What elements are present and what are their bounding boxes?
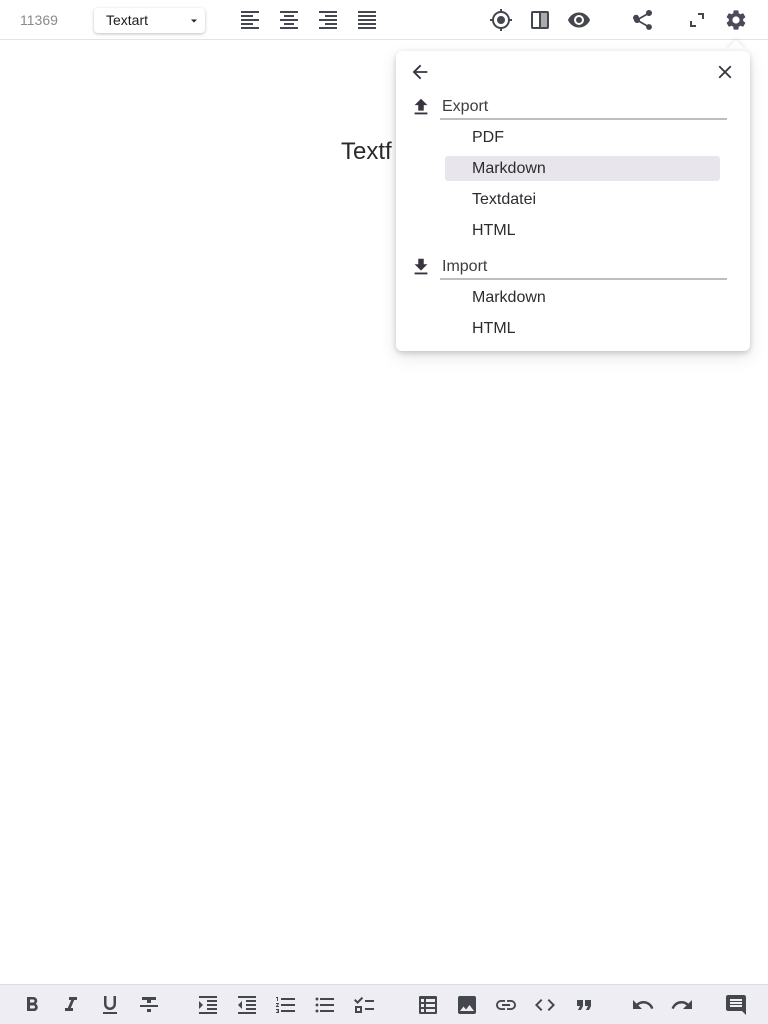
document-text[interactable]: Textf	[341, 138, 392, 166]
export-label: Export	[442, 98, 489, 115]
preview-eye-icon[interactable]	[567, 8, 591, 32]
export-item-markdown[interactable]: Markdown	[445, 156, 720, 181]
link-icon[interactable]	[494, 993, 518, 1017]
strikethrough-icon[interactable]	[137, 993, 161, 1017]
import-label: Import	[442, 258, 488, 275]
export-import-menu: Export PDF Markdown Textdatei HTML Impor…	[396, 51, 750, 351]
comment-icon[interactable]	[724, 993, 748, 1017]
code-icon[interactable]	[533, 993, 557, 1017]
export-item-pdf[interactable]: PDF	[445, 125, 720, 150]
export-section-header: Export	[410, 94, 727, 120]
target-icon[interactable]	[489, 8, 513, 32]
export-item-html[interactable]: HTML	[445, 218, 720, 243]
quote-icon[interactable]	[572, 993, 596, 1017]
share-icon[interactable]	[631, 8, 655, 32]
underline-icon[interactable]	[98, 993, 122, 1017]
align-center-icon[interactable]	[277, 8, 301, 32]
top-toolbar: 11369 Textart	[0, 0, 768, 40]
bottom-formatting-toolbar	[0, 984, 768, 1024]
section-divider	[440, 278, 727, 280]
checklist-icon[interactable]	[352, 993, 376, 1017]
split-view-icon[interactable]	[528, 8, 552, 32]
image-icon[interactable]	[455, 993, 479, 1017]
bulleted-list-icon[interactable]	[313, 993, 337, 1017]
import-item-markdown[interactable]: Markdown	[445, 285, 720, 310]
text-style-select[interactable]: Textart	[94, 8, 205, 33]
close-icon[interactable]	[714, 61, 736, 83]
indent-decrease-icon[interactable]	[235, 993, 259, 1017]
numbered-list-icon[interactable]	[274, 993, 298, 1017]
align-justify-icon[interactable]	[355, 8, 379, 32]
align-right-icon[interactable]	[316, 8, 340, 32]
caret-down-icon	[188, 14, 200, 26]
italic-icon[interactable]	[59, 993, 83, 1017]
undo-icon[interactable]	[631, 993, 655, 1017]
upload-icon	[410, 96, 430, 116]
align-left-icon[interactable]	[238, 8, 262, 32]
import-section-header: Import	[410, 254, 727, 280]
download-icon	[410, 256, 430, 276]
text-style-select-value: Textart	[106, 12, 149, 28]
indent-increase-icon[interactable]	[196, 993, 220, 1017]
fullscreen-icon[interactable]	[685, 8, 709, 32]
table-icon[interactable]	[416, 993, 440, 1017]
export-item-textdatei[interactable]: Textdatei	[445, 187, 720, 212]
bold-icon[interactable]	[20, 993, 44, 1017]
back-arrow-icon[interactable]	[409, 61, 431, 83]
redo-icon[interactable]	[670, 993, 694, 1017]
settings-gear-icon[interactable]	[724, 8, 748, 32]
import-item-html[interactable]: HTML	[445, 316, 720, 341]
character-counter: 11369	[20, 12, 58, 28]
section-divider	[440, 118, 727, 120]
